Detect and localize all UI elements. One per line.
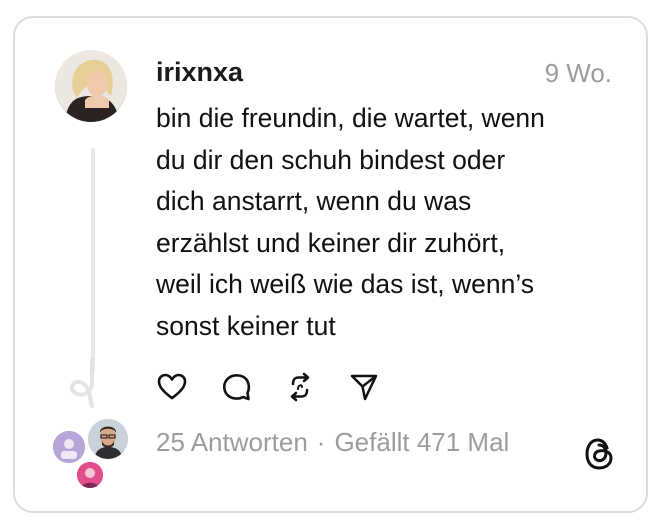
thread-curl — [69, 358, 94, 408]
username[interactable]: irixnxa — [156, 57, 243, 88]
reply-avatar-1[interactable] — [53, 431, 85, 463]
stats-separator: · — [316, 427, 326, 457]
reply-avatar-2[interactable] — [88, 419, 128, 459]
avatar-image — [55, 50, 127, 122]
repost-button[interactable] — [283, 370, 317, 404]
user-avatar[interactable] — [55, 50, 127, 122]
likes-count[interactable]: Gefällt 471 Mal — [334, 427, 509, 458]
replies-count[interactable]: 25 Antworten — [156, 427, 308, 458]
heart-icon — [157, 373, 187, 400]
reply-avatar-3[interactable] — [77, 462, 103, 488]
post-text: bin die freundin, die wartet, wenn du di… — [156, 103, 545, 341]
comment-icon — [222, 374, 251, 401]
reply-button[interactable] — [219, 370, 253, 404]
action-bar — [155, 370, 381, 404]
like-button[interactable] — [155, 370, 189, 404]
send-icon — [350, 374, 378, 401]
post-time: 9 Wo. — [544, 58, 612, 88]
avatar-image — [77, 462, 103, 488]
avatar-image — [88, 419, 128, 459]
threads-logo-icon[interactable] — [581, 436, 617, 472]
thread-line — [91, 148, 95, 373]
share-button[interactable] — [347, 370, 381, 404]
post-card: irixnxa 9 Wo. bin die freundin, die wart… — [13, 16, 648, 513]
repost-icon — [290, 372, 310, 402]
post-stats: 25 Antworten · Gefällt 471 Mal — [156, 427, 509, 458]
avatar-image — [53, 431, 85, 463]
